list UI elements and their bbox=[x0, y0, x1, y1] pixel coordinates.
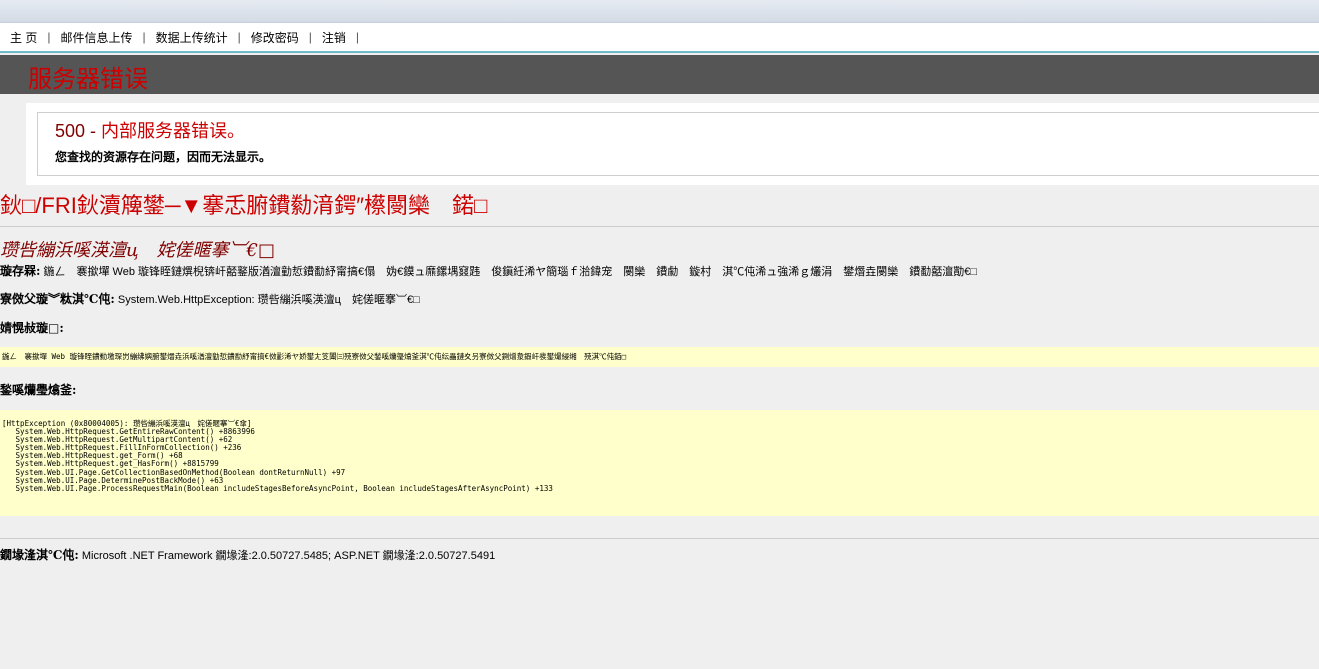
error-code-text: 内部服务器错误。 bbox=[101, 121, 246, 141]
stack-line: 鍫嗘爤璺熻釜: bbox=[0, 381, 76, 398]
nav-separator: | bbox=[355, 30, 360, 44]
header-band: 服务器错误 bbox=[0, 55, 1319, 94]
source-error-box: 鍦ㄥ 褰撳墠 Web 璇锋眰鐨勬墽琛岃繃绋嬩腑鐢熸垚浜嗘湭澶勭悊鐨勫紓甯搞€傚彲… bbox=[0, 347, 1319, 367]
exception-line: 寮傚父璇︾粏淇℃伅: System.Web.HttpException: 瓒呰繃… bbox=[0, 290, 420, 307]
exception-label: 寮傚父璇︾粏淇℃伅: bbox=[0, 292, 115, 306]
top-nav: 主 页 | 邮件信息上传 | 数据上传统计 | 修改密码 | 注销 | bbox=[0, 23, 1319, 53]
stack-label: 鍫嗘爤璺熻釜: bbox=[0, 383, 77, 397]
aspnet-error-title: 鈥□/FRI鈥瀆簰鐢─▼搴忎腑鐨勬湇鍔″櫒閿欒 鍩□ bbox=[0, 193, 488, 218]
browser-top-strip bbox=[0, 0, 1319, 23]
description-line: 璇存槑: 鍦ㄥ 褰撳墠 Web 璇锋眰鏈熼棿锛屽嚭鐜版湭澶勭悊鐨勫紓甯搞€傝 妫… bbox=[0, 262, 977, 279]
source-error-line: 婧愰敊璇□: bbox=[0, 319, 64, 336]
version-label: 鐗堟湰淇℃伅: bbox=[0, 548, 79, 562]
aspnet-error-subtitle: 瓒呰繃浜嗘渶澶ц 姹傞暱搴︺€□ bbox=[0, 240, 276, 261]
nav-change-password[interactable]: 修改密码 bbox=[241, 29, 309, 46]
stack-trace: [HttpException (0x80004005): 瓒呰繃浜嗘渶澶ц 姹傞… bbox=[2, 419, 553, 493]
exception-text: System.Web.HttpException: 瓒呰繃浜嗘渶澶ц 姹傞暱搴︺… bbox=[117, 294, 420, 306]
error-message: 您查找的资源存在问题，因而无法显示。 bbox=[55, 150, 272, 164]
source-error-label: 婧愰敊璇□: bbox=[0, 321, 64, 335]
source-error-text: 鍦ㄥ 褰撳墠 Web 璇锋眰鐨勬墽琛岃繃绋嬩腑鐢熸垚浜嗘湭澶勭悊鐨勫紓甯搞€傚彲… bbox=[2, 352, 627, 361]
error-panel: 500 - 内部服务器错误。 您查找的资源存在问题，因而无法显示。 bbox=[37, 112, 1319, 176]
nav-logout[interactable]: 注销 bbox=[312, 29, 356, 46]
description-text: 鍦ㄥ 褰撳墠 Web 璇锋眰鏈熼棿锛屽嚭鐜版湭澶勭悊鐨勫紓甯搞€傝 妫€鏌ュ爢鏍… bbox=[43, 266, 978, 278]
nav-upload-stats[interactable]: 数据上传统计 bbox=[146, 29, 238, 46]
page-title: 服务器错误 bbox=[28, 65, 148, 93]
nav-home[interactable]: 主 页 bbox=[0, 29, 47, 46]
version-text: Microsoft .NET Framework 鐗堟湰:2.0.50727.5… bbox=[81, 550, 496, 562]
divider bbox=[0, 538, 1319, 539]
version-line: 鐗堟湰淇℃伅: Microsoft .NET Framework 鐗堟湰:2.0… bbox=[0, 546, 495, 563]
description-label: 璇存槑: bbox=[0, 264, 41, 278]
nav-mail-upload[interactable]: 邮件信息上传 bbox=[50, 29, 142, 46]
stack-trace-box: [HttpException (0x80004005): 瓒呰繃浜嗘渶澶ц 姹傞… bbox=[0, 410, 1319, 516]
error-code-line: 500 - 内部服务器错误。 bbox=[55, 117, 245, 143]
error-code: 500 - bbox=[55, 121, 97, 141]
divider bbox=[0, 226, 1319, 227]
stack-trace-line: System.Web.UI.Page.ProcessRequestMain(Bo… bbox=[2, 483, 553, 493]
